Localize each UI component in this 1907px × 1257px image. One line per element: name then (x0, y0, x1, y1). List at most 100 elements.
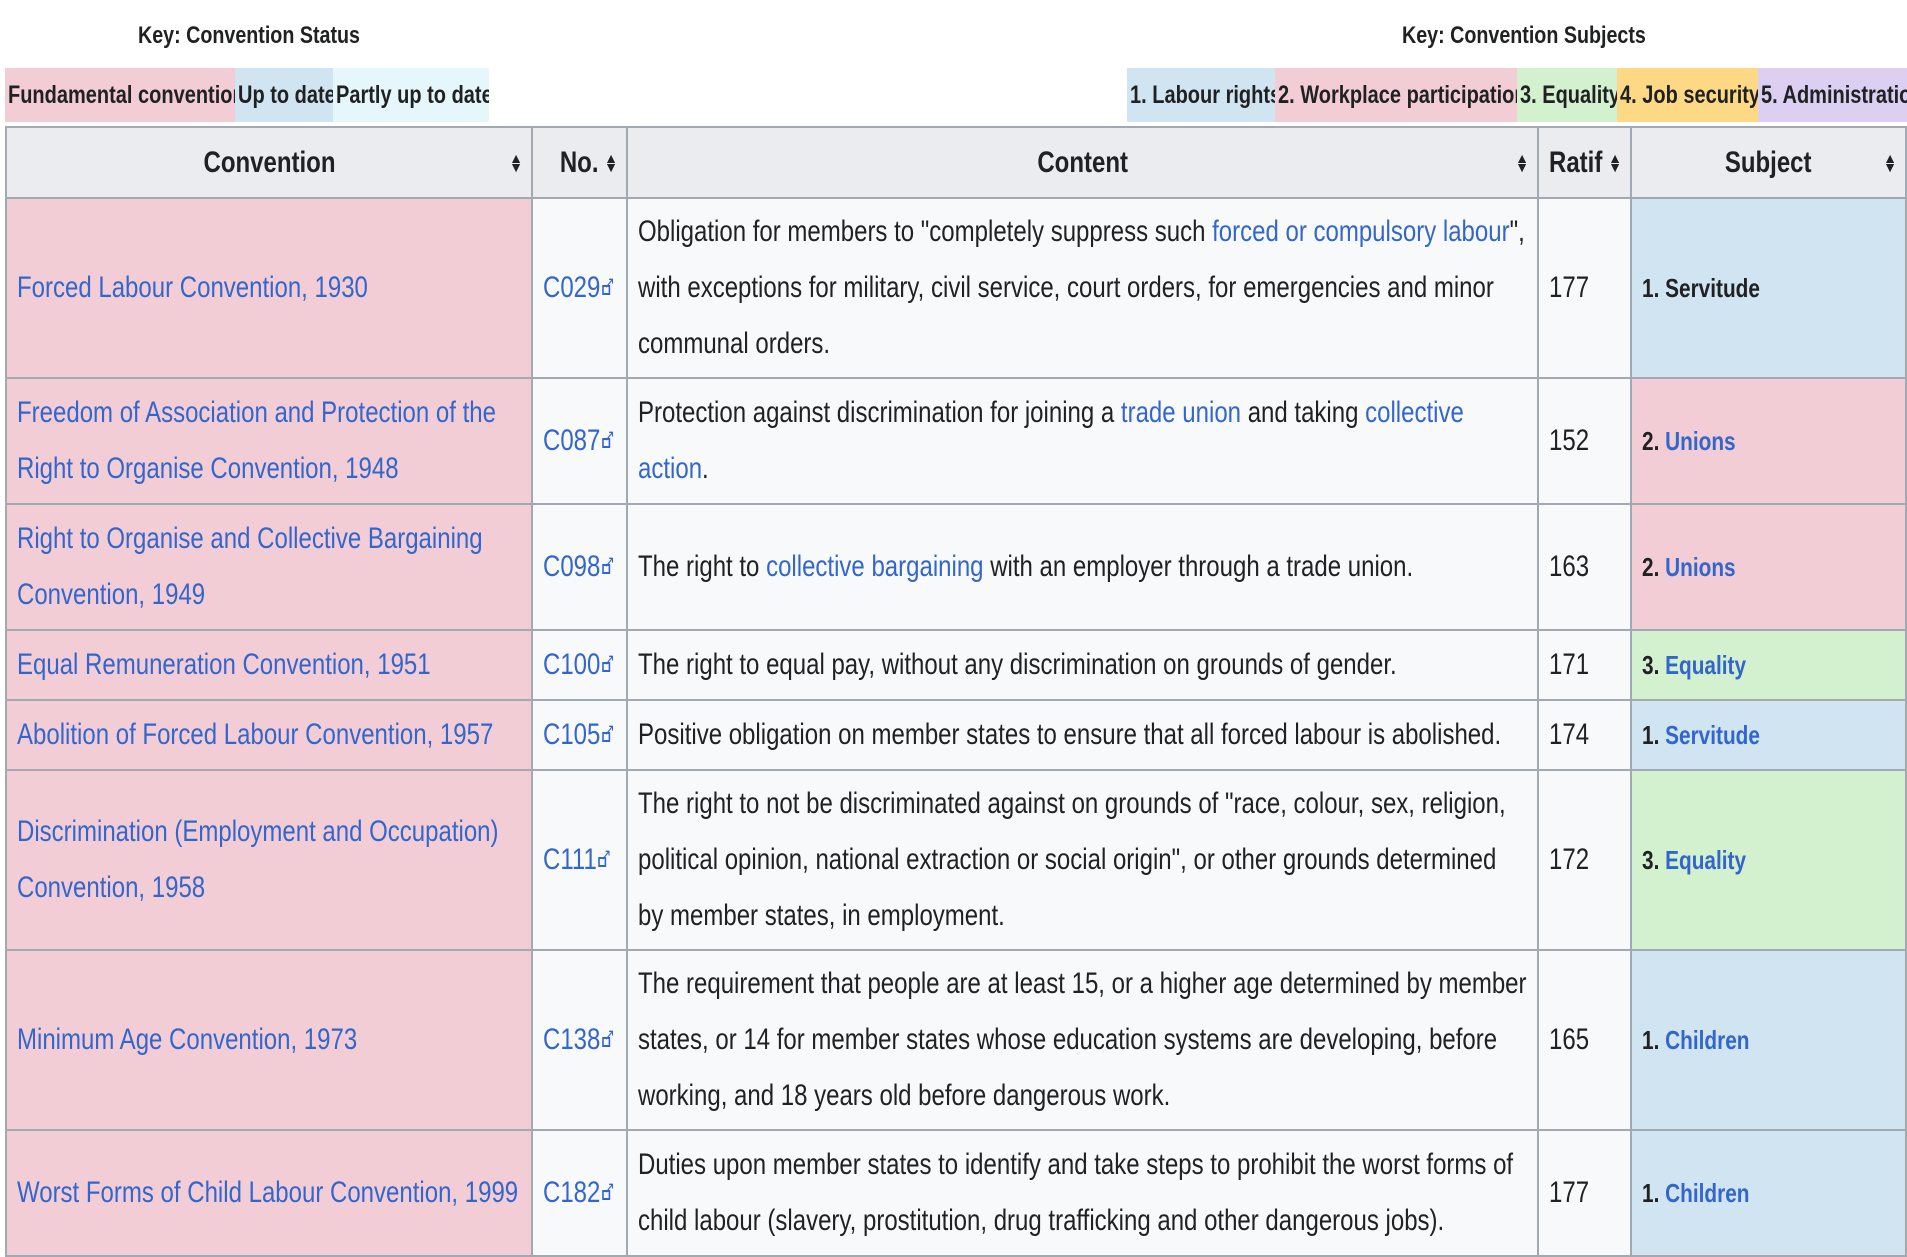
key-fundamental: Fundamental convention (5, 68, 235, 122)
subject-number: 1. (1642, 1178, 1660, 1208)
convention-number: C100 (543, 648, 601, 681)
ratification-count: 174 (1549, 718, 1590, 751)
cell-convention: Discrimination (Employment and Occupatio… (5, 769, 533, 951)
convention-number-link[interactable]: C098 (543, 550, 615, 584)
table-row: Right to Organise and Collective Bargain… (5, 503, 1907, 631)
external-link-icon (601, 650, 615, 672)
table-row: Freedom of Association and Protection of… (5, 377, 1907, 505)
cell-ratif: 165 (1537, 949, 1632, 1131)
external-link-icon (601, 720, 615, 742)
content-text: Protection against discrimination for jo… (638, 396, 1121, 429)
convention-number-link[interactable]: C087 (543, 424, 615, 458)
convention-link[interactable]: Minimum Age Convention, 1973 (17, 1012, 521, 1068)
cell-content: Protection against discrimination for jo… (626, 377, 1539, 505)
cell-content: Positive obligation on member states to … (626, 699, 1539, 771)
convention-link[interactable]: Discrimination (Employment and Occupatio… (17, 804, 521, 916)
convention-link[interactable]: Right to Organise and Collective Bargain… (17, 511, 521, 623)
cell-no: C138 (531, 949, 628, 1131)
key-administration: 5. Administration (1758, 68, 1907, 122)
convention-number: C182 (543, 1176, 601, 1209)
ratification-count: 171 (1549, 648, 1590, 681)
subject-name[interactable]: Equality (1665, 650, 1746, 680)
sort-icon[interactable]: ▲ ▼ (1608, 151, 1622, 174)
cell-convention: Right to Organise and Collective Bargain… (5, 503, 533, 631)
convention-number-link[interactable]: C100 (543, 648, 615, 682)
header-ratif[interactable]: Ratif ▲ ▼ (1537, 126, 1632, 199)
content-text: The right to not be discriminated agains… (638, 787, 1506, 932)
ratification-count: 172 (1549, 843, 1590, 876)
cell-content: The right to equal pay, without any disc… (626, 629, 1539, 701)
conventions-table: Convention ▲ ▼ No. ▲ ▼ Content ▲ ▼ Ratif ▲ ▼ Sub… (5, 126, 1907, 1257)
table-row: Forced Labour Convention, 1930 C029 Obliga… (5, 197, 1907, 379)
cell-no: C111 (531, 769, 628, 951)
header-subject[interactable]: Subject ▲ ▼ (1630, 126, 1907, 199)
table-row: Minimum Age Convention, 1973 C138 The requ… (5, 949, 1907, 1131)
key-job-security: 4. Job security (1617, 68, 1758, 122)
header-no[interactable]: No. ▲ ▼ (531, 126, 628, 199)
convention-number-link[interactable]: C105 (543, 718, 615, 752)
cell-no: C029 (531, 197, 628, 379)
sort-icon[interactable]: ▲ ▼ (604, 151, 618, 174)
convention-link[interactable]: Abolition of Forced Labour Convention, 1… (17, 707, 521, 763)
key-workplace-participation: 2. Workplace participation (1275, 68, 1517, 122)
subject-name[interactable]: Servitude (1665, 720, 1760, 750)
table-row: Worst Forms of Child Labour Convention, … (5, 1129, 1907, 1257)
cell-subject: 2. Unions (1630, 503, 1907, 631)
subject-name[interactable]: Children (1665, 1025, 1749, 1055)
cell-subject: 2. Unions (1630, 377, 1907, 505)
status-key-title: Key: Convention Status (138, 22, 360, 49)
cell-content: The right to collective bargaining with … (626, 503, 1539, 631)
cell-subject: 3. Equality (1630, 629, 1907, 701)
subject-number: 1. (1642, 720, 1660, 750)
external-link-icon (601, 273, 615, 295)
cell-subject: 1. Children (1630, 949, 1907, 1131)
cell-convention: Abolition of Forced Labour Convention, 1… (5, 699, 533, 771)
external-link-icon (601, 1025, 615, 1047)
convention-number: C105 (543, 718, 601, 751)
content-text: The requirement that people are at least… (638, 967, 1527, 1112)
external-link-icon (601, 1178, 615, 1200)
ratification-count: 152 (1549, 424, 1590, 457)
content-link[interactable]: collective bargaining (766, 550, 983, 583)
ratification-count: 163 (1549, 550, 1590, 583)
cell-ratif: 163 (1537, 503, 1632, 631)
cell-ratif: 172 (1537, 769, 1632, 951)
content-link[interactable]: trade union (1121, 396, 1241, 429)
external-link-icon (601, 552, 615, 574)
convention-link[interactable]: Freedom of Association and Protection of… (17, 385, 521, 497)
subject-number: 1. (1642, 1025, 1660, 1055)
subjects-key-title: Key: Convention Subjects (1402, 22, 1646, 49)
convention-link[interactable]: Equal Remuneration Convention, 1951 (17, 637, 521, 693)
sort-icon[interactable]: ▲ ▼ (1515, 151, 1529, 174)
cell-ratif: 174 (1537, 699, 1632, 771)
cell-content: The right to not be discriminated agains… (626, 769, 1539, 951)
header-content[interactable]: Content ▲ ▼ (626, 126, 1539, 199)
convention-number-link[interactable]: C138 (543, 1023, 615, 1057)
header-convention[interactable]: Convention ▲ ▼ (5, 126, 533, 199)
content-text: and taking (1241, 396, 1366, 429)
sort-icon[interactable]: ▲ ▼ (1883, 151, 1897, 174)
cell-no: C182 (531, 1129, 628, 1257)
sort-icon[interactable]: ▲ ▼ (509, 151, 523, 174)
subject-name[interactable]: Children (1665, 1178, 1749, 1208)
subject-name[interactable]: Unions (1665, 552, 1735, 582)
convention-link[interactable]: Forced Labour Convention, 1930 (17, 260, 521, 316)
subject-number: 1. (1642, 273, 1660, 303)
convention-link[interactable]: Worst Forms of Child Labour Convention, … (17, 1165, 521, 1221)
convention-number-link[interactable]: C111 (543, 843, 611, 877)
subject-name[interactable]: Unions (1665, 426, 1735, 456)
content-text: Obligation for members to "completely su… (638, 215, 1213, 248)
cell-subject: 1. Servitude (1630, 699, 1907, 771)
key-partly-up-to-date: Partly up to date (333, 68, 489, 122)
cell-content: Obligation for members to "completely su… (626, 197, 1539, 379)
content-link[interactable]: forced or compulsory labour (1212, 215, 1509, 248)
convention-number: C087 (543, 424, 601, 457)
subject-name[interactable]: Equality (1665, 845, 1746, 875)
convention-number-link[interactable]: C029 (543, 271, 615, 305)
convention-number: C138 (543, 1023, 601, 1056)
subject-name: Servitude (1665, 273, 1760, 303)
cell-ratif: 152 (1537, 377, 1632, 505)
ratification-count: 165 (1549, 1023, 1590, 1056)
convention-number-link[interactable]: C182 (543, 1176, 615, 1210)
table-row: Discrimination (Employment and Occupatio… (5, 769, 1907, 951)
